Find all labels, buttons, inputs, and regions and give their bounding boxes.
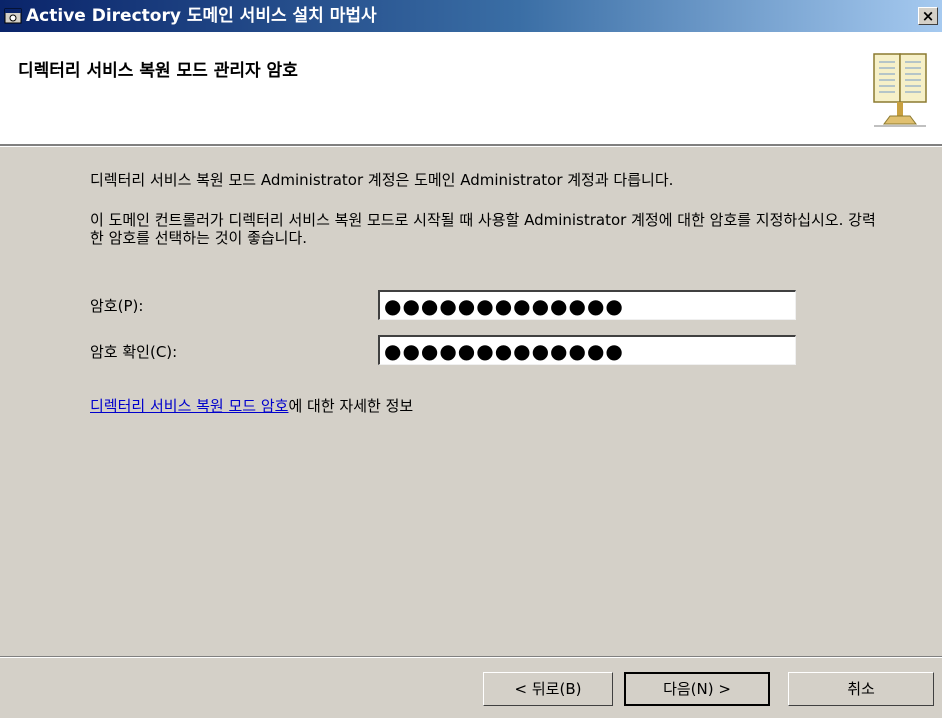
password-input[interactable] [378,290,796,320]
page-title: 디렉터리 서비스 복원 모드 관리자 암호 [18,61,298,81]
dsrm-password-help-link[interactable]: 디렉터리 서비스 복원 모드 암호 [90,397,288,415]
title-bar[interactable]: Active Directory 도메인 서비스 설치 마법사 × [0,0,942,32]
password-label: 암호(P): [90,297,144,315]
next-button[interactable]: 다음(N) > [624,672,770,706]
close-button[interactable]: × [918,7,938,25]
book-icon [873,53,927,127]
wizard-header: 디렉터리 서비스 복원 모드 관리자 암호 [0,32,942,144]
confirm-password-label: 암호 확인(C): [90,343,178,361]
description-text: 디렉터리 서비스 복원 모드 Administrator 계정은 도메인 Adm… [90,171,674,189]
confirm-password-input[interactable] [378,335,796,365]
window-title: Active Directory 도메인 서비스 설치 마법사 [26,6,377,26]
cancel-button[interactable]: 취소 [788,672,934,706]
wizard-content: 디렉터리 서비스 복원 모드 Administrator 계정은 도메인 Adm… [0,147,942,647]
wizard-window: Active Directory 도메인 서비스 설치 마법사 × 디렉터리 서… [0,0,942,718]
footer-divider [0,656,942,658]
instruction-text: 이 도메인 컨트롤러가 디렉터리 서비스 복원 모드로 시작될 때 사용할 Ad… [90,211,876,247]
help-line: 디렉터리 서비스 복원 모드 암호에 대한 자세한 정보 [90,395,413,416]
back-button[interactable]: < 뒤로(B) [483,672,613,706]
wizard-window-icon [4,8,22,24]
help-line-suffix: 에 대한 자세한 정보 [288,397,414,415]
